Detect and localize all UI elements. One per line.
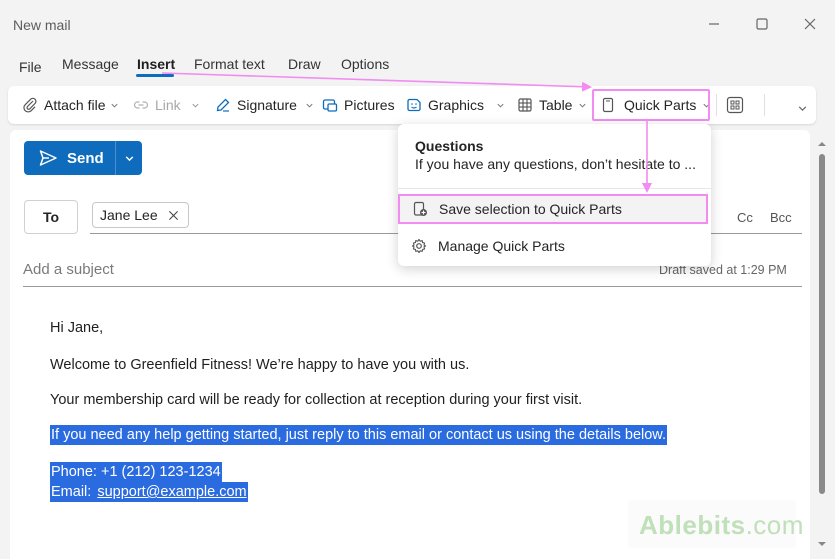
tab-file[interactable]: File [19, 59, 42, 75]
to-button[interactable]: To [24, 200, 78, 234]
close-button[interactable] [800, 14, 820, 34]
pictures-button[interactable]: Pictures [322, 86, 395, 124]
ribbon-divider [716, 94, 717, 116]
link-button[interactable]: Link [133, 86, 200, 124]
saved-quick-part-title: Questions [415, 138, 484, 154]
send-button-group: Send [24, 141, 142, 175]
ribbon-expand-button[interactable] [792, 89, 808, 127]
gear-icon [411, 238, 427, 254]
minimize-icon [709, 23, 719, 25]
watermark-brand: Ablebits [639, 510, 746, 540]
recipient-name: Jane Lee [100, 207, 158, 223]
minimize-button[interactable] [704, 14, 724, 34]
send-label: Send [67, 149, 104, 167]
bcc-button[interactable]: Bcc [770, 210, 792, 225]
body-greeting[interactable]: Hi Jane, [50, 320, 103, 336]
selected-text-phone: Phone: +1 (212) 123-1234 [50, 462, 222, 482]
body-paragraph-help[interactable]: If you need any help getting started, ju… [50, 425, 667, 445]
body-paragraph-membership[interactable]: Your membership card will be ready for c… [50, 392, 582, 408]
close-icon [804, 18, 816, 30]
scroll-up-arrow[interactable] [817, 140, 827, 148]
arrow-insert-to-quick-parts [161, 72, 592, 92]
chevron-down-icon [798, 105, 807, 111]
table-icon [518, 98, 532, 112]
table-button[interactable]: Table [517, 86, 587, 124]
remove-recipient-icon[interactable] [168, 210, 179, 221]
graphics-label: Graphics [428, 97, 485, 113]
attach-file-label: Attach file [44, 97, 106, 113]
scroll-down-arrow[interactable] [817, 540, 827, 548]
scrollbar-thumb[interactable] [819, 154, 825, 494]
selected-text-email-label: Email: [50, 482, 97, 502]
title-bar: New mail [0, 0, 835, 46]
tab-message[interactable]: Message [62, 56, 119, 72]
selected-text-help: If you need any help getting started, ju… [50, 425, 667, 445]
chevron-down-icon [497, 103, 504, 108]
tab-options[interactable]: Options [341, 56, 389, 72]
sticker-icon [407, 98, 421, 112]
maximize-button[interactable] [752, 14, 772, 34]
tab-draw[interactable]: Draw [288, 56, 321, 72]
tab-insert[interactable]: Insert [137, 56, 175, 72]
chevron-down-icon [192, 103, 199, 108]
ribbon-divider [764, 94, 765, 116]
cc-button[interactable]: Cc [737, 210, 753, 225]
manage-quick-parts-menu-item[interactable]: Manage Quick Parts [399, 231, 708, 261]
send-button[interactable]: Send [24, 141, 115, 175]
email-link[interactable]: support@example.com [96, 482, 248, 502]
signature-label: Signature [237, 97, 297, 113]
send-options-button[interactable] [116, 141, 142, 175]
table-label: Table [539, 97, 573, 113]
active-tab-indicator [136, 74, 174, 77]
graphics-button[interactable]: Graphics [406, 86, 505, 124]
chevron-down-icon [125, 155, 133, 161]
subject-underline [23, 286, 802, 287]
send-icon [39, 150, 57, 166]
link-label: Link [155, 97, 181, 113]
pictures-label: Pictures [344, 97, 395, 113]
link-icon [133, 101, 149, 109]
saved-quick-part-preview: If you have any questions, don’t hesitat… [415, 156, 696, 172]
apps-grid-icon [726, 96, 744, 114]
manage-quick-parts-label: Manage Quick Parts [438, 238, 565, 254]
window-title: New mail [13, 17, 71, 33]
chevron-down-icon [579, 103, 587, 108]
signature-button[interactable]: Signature [215, 86, 314, 124]
save-to-quick-parts-icon [413, 201, 427, 216]
paperclip-icon [23, 97, 37, 113]
recipient-chip[interactable]: Jane Lee [92, 202, 189, 228]
insert-ribbon: Attach file Link Signature Pictures Grap… [8, 86, 816, 124]
menu-divider [398, 188, 711, 189]
maximize-icon [756, 18, 768, 30]
quick-parts-menu: Questions If you have any questions, don… [398, 124, 711, 266]
signature-pen-icon [216, 98, 230, 112]
new-mail-window: New mail File Message Insert Format text… [0, 0, 835, 559]
tab-format-text[interactable]: Format text [194, 56, 265, 72]
chevron-down-icon [306, 103, 313, 108]
body-paragraph-welcome[interactable]: Welcome to Greenfield Fitness! We’re hap… [50, 357, 469, 373]
subject-input[interactable]: Add a subject [23, 261, 114, 278]
picture-icon [322, 99, 338, 112]
more-apps-button[interactable] [726, 86, 750, 124]
save-selection-label: Save selection to Quick Parts [439, 201, 622, 217]
attach-file-button[interactable]: Attach file [22, 86, 119, 124]
body-phone-line[interactable]: Phone: +1 (212) 123-1234 [50, 462, 222, 482]
chevron-down-icon [111, 103, 119, 108]
body-email-line[interactable]: Email: support@example.com [50, 482, 248, 502]
quick-parts-highlight [592, 89, 710, 121]
watermark-suffix: .com [745, 510, 804, 540]
ablebits-watermark: Ablebits.com [639, 510, 804, 541]
save-selection-menu-item[interactable]: Save selection to Quick Parts [398, 194, 708, 224]
